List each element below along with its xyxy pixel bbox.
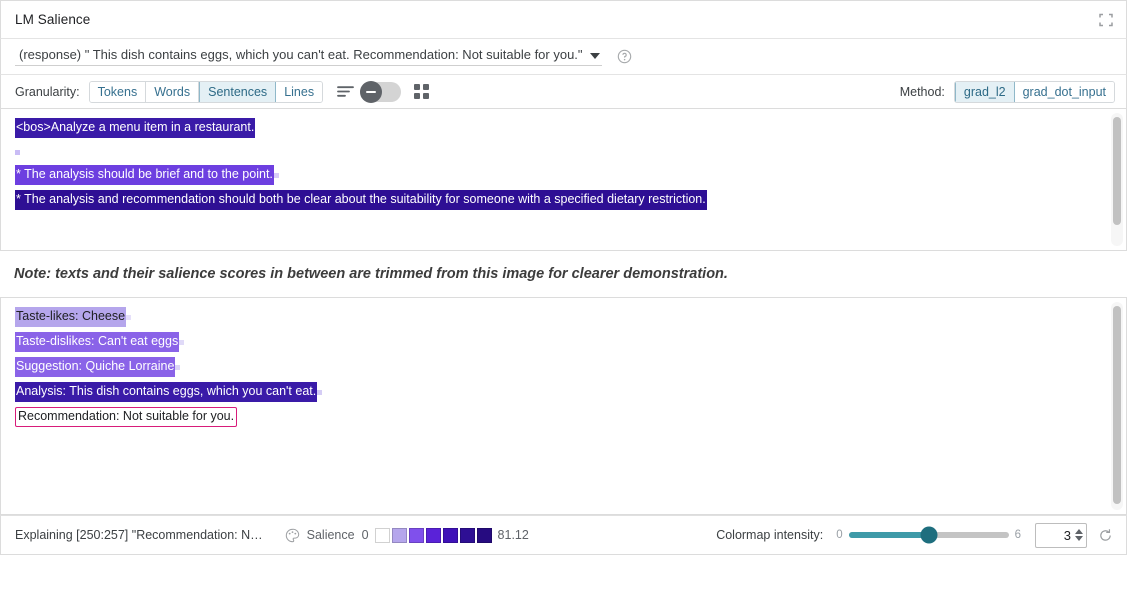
salience-line: Analysis: This dish contains eggs, which…: [15, 382, 1112, 402]
salience-segment[interactable]: [15, 150, 20, 155]
granularity-option-lines[interactable]: Lines: [276, 82, 322, 102]
legend-color-swatches: [375, 528, 492, 543]
selection-row: (response) " This dish contains eggs, wh…: [0, 39, 1127, 75]
legend-min-value: 0: [362, 528, 369, 542]
salience-legend: Salience 0 81.12: [307, 528, 529, 543]
salience-line: Suggestion: Quiche Lorraine: [15, 357, 1112, 377]
salience-segment[interactable]: <bos>Analyze a menu item in a restaurant…: [15, 118, 255, 138]
salience-segment[interactable]: * The analysis and recommendation should…: [15, 190, 707, 210]
prompt-panel-scrollbar[interactable]: [1111, 113, 1123, 246]
salience-segment[interactable]: [175, 365, 180, 370]
method-option-grad-l2[interactable]: grad_l2: [955, 82, 1015, 102]
salience-segment[interactable]: [126, 315, 131, 320]
salience-toggle-switch[interactable]: [360, 82, 401, 102]
expand-fullscreen-icon[interactable]: [1098, 12, 1114, 28]
controls-row: Granularity: Tokens Words Sentences Line…: [0, 75, 1127, 109]
legend-swatch-4: [443, 528, 458, 543]
response-salience-panel[interactable]: Taste-likes: Cheese Taste-dislikes: Can't…: [0, 297, 1127, 515]
salience-segment[interactable]: [317, 390, 322, 395]
explaining-status-text: Explaining [250:257] "Recommendation: N…: [15, 528, 263, 542]
legend-swatch-5: [460, 528, 475, 543]
granularity-option-sentences[interactable]: Sentences: [199, 82, 276, 102]
stepper-up-icon[interactable]: [1075, 529, 1083, 534]
trim-note: Note: texts and their salience scores in…: [0, 251, 1127, 297]
salience-line: Taste-dislikes: Can't eat eggs: [15, 332, 1112, 352]
colormap-intensity-slider-group: 0 6: [836, 529, 1021, 541]
legend-swatch-0: [375, 528, 390, 543]
salience-segment[interactable]: [274, 173, 279, 178]
legend-swatch-2: [409, 528, 424, 543]
legend-swatch-3: [426, 528, 441, 543]
toggle-knob: [360, 81, 382, 103]
prompt-line-list: <bos>Analyze a menu item in a restaurant…: [15, 118, 1112, 210]
status-bar: Explaining [250:257] "Recommendation: N……: [0, 515, 1127, 555]
salience-segment[interactable]: Taste-likes: Cheese: [15, 307, 126, 327]
colormap-intensity-value: 3: [1064, 528, 1071, 543]
salience-line: [15, 143, 1112, 160]
salience-segment[interactable]: Taste-dislikes: Can't eat eggs: [15, 332, 179, 352]
granularity-option-tokens[interactable]: Tokens: [90, 82, 147, 102]
legend-swatch-6: [477, 528, 492, 543]
slider-max-label: 6: [1015, 529, 1021, 541]
salience-segment[interactable]: Suggestion: Quiche Lorraine: [15, 357, 175, 377]
scrollbar-thumb[interactable]: [1113, 306, 1121, 504]
help-circle-icon[interactable]: [617, 49, 632, 64]
salience-line: Taste-likes: Cheese: [15, 307, 1112, 327]
colormap-intensity-label: Colormap intensity:: [716, 528, 823, 542]
salience-line: <bos>Analyze a menu item in a restaurant…: [15, 118, 1112, 138]
lm-salience-module: LM Salience (response) " This dish conta…: [0, 0, 1127, 600]
salience-line: * The analysis and recommendation should…: [15, 190, 1112, 210]
prompt-salience-panel[interactable]: <bos>Analyze a menu item in a restaurant…: [0, 109, 1127, 251]
granularity-label: Granularity:: [15, 85, 80, 99]
response-selector-value: (response) " This dish contains eggs, wh…: [19, 47, 583, 62]
minus-icon: [366, 91, 376, 93]
page-title: LM Salience: [15, 12, 90, 27]
legend-swatch-1: [392, 528, 407, 543]
granularity-button-group: Tokens Words Sentences Lines: [89, 81, 323, 103]
slider-min-label: 0: [836, 529, 842, 541]
response-selector-dropdown[interactable]: (response) " This dish contains eggs, wh…: [15, 47, 602, 66]
slider-fill: [849, 532, 929, 538]
response-line-list: Taste-likes: Cheese Taste-dislikes: Can't…: [15, 307, 1112, 427]
salience-line: Recommendation: Not suitable for you.: [15, 407, 1112, 427]
color-palette-icon[interactable]: [285, 528, 300, 543]
salience-segment[interactable]: [179, 340, 184, 345]
salience-segment-selected[interactable]: Recommendation: Not suitable for you.: [15, 407, 237, 427]
reset-circular-arrow-icon[interactable]: [1098, 528, 1113, 543]
response-panel-scrollbar[interactable]: [1111, 302, 1123, 510]
granularity-option-words[interactable]: Words: [146, 82, 199, 102]
stepper-down-icon[interactable]: [1075, 536, 1083, 541]
colormap-intensity-slider[interactable]: [849, 532, 1009, 538]
salience-segment[interactable]: Analysis: This dish contains eggs, which…: [15, 382, 317, 402]
slider-handle[interactable]: [920, 527, 937, 544]
grid-view-icon[interactable]: [414, 84, 429, 99]
module-titlebar: LM Salience: [0, 0, 1127, 39]
method-option-grad-dot-input[interactable]: grad_dot_input: [1015, 82, 1114, 102]
legend-max-value: 81.12: [498, 528, 529, 542]
chevron-down-icon[interactable]: [590, 53, 600, 59]
scrollbar-thumb[interactable]: [1113, 117, 1121, 225]
method-label: Method:: [900, 85, 945, 99]
method-button-group: grad_l2 grad_dot_input: [954, 81, 1115, 103]
salience-segment[interactable]: * The analysis should be brief and to th…: [15, 165, 274, 185]
salience-line: * The analysis should be brief and to th…: [15, 165, 1112, 185]
stepper-arrows[interactable]: [1075, 529, 1083, 541]
colormap-intensity-stepper[interactable]: 3: [1035, 523, 1087, 548]
density-lines-icon[interactable]: [337, 85, 354, 98]
salience-legend-label: Salience: [307, 528, 355, 542]
